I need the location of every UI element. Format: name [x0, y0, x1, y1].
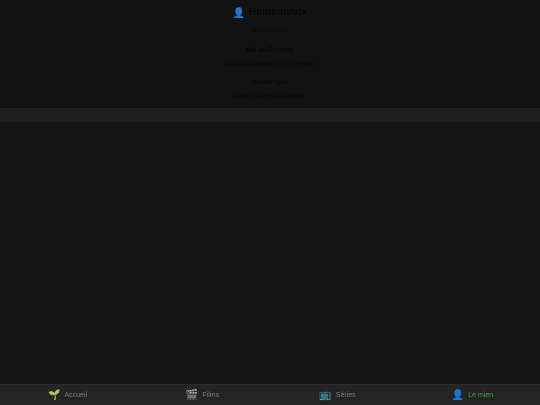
tv-icon: 📺 — [319, 389, 332, 401]
bottom-tab-bar: 🌱 Accueil 🎬 Films 📺 Séries 👤 Le mien — [0, 384, 540, 405]
tab-series[interactable]: 📺 Séries — [270, 385, 405, 405]
history-empty-text: Aucun historique disponible — [233, 94, 307, 100]
clapper-icon: 🎬 — [185, 389, 199, 401]
tab-le-mien[interactable]: 👤 Le mien — [405, 385, 540, 405]
tab-label: Séries — [335, 392, 356, 399]
collection-empty-text: Aucune collection pour le moment — [224, 62, 316, 68]
user-icon: 👤 — [451, 389, 465, 401]
section-divider — [0, 108, 540, 122]
tab-label: Le mien — [468, 392, 494, 399]
tab-label: Accueil — [64, 392, 88, 399]
collection-heading: Ma collection — [246, 45, 294, 54]
sprout-icon: 🌱 — [47, 389, 61, 401]
profile-title: 👤 Homemovix — [0, 7, 540, 19]
tab-accueil[interactable]: 🌱 Accueil — [0, 385, 135, 405]
history-heading: Historique — [251, 77, 289, 86]
tab-films[interactable]: 🎬 Films — [135, 385, 270, 405]
profile-panel: 👤 Homemovix Se connecter Ma collection Au… — [0, 0, 540, 108]
app-screen: 👤 Homemovix Se connecter Ma collection Au… — [0, 0, 540, 405]
tab-label: Films — [202, 392, 220, 399]
user-icon: 👤 — [232, 8, 246, 19]
login-link[interactable]: Se connecter — [0, 28, 540, 34]
profile-name: Homemovix — [248, 7, 308, 18]
